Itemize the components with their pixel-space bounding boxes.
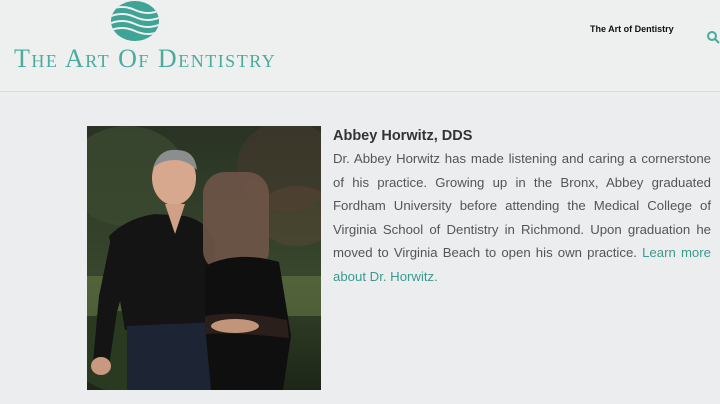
doctor-photo: [87, 126, 321, 390]
logo-link[interactable]: The Art Of Dentistry: [14, 0, 277, 80]
wave-logo-icon: [111, 1, 159, 41]
bio-paragraph: Dr. Abbey Horwitz has made listening and…: [333, 147, 711, 289]
doctor-name: Abbey Horwitz, DDS: [333, 128, 473, 144]
logo-text: The Art Of Dentistry: [14, 44, 277, 73]
site-header: The Art Of Dentistry The Art of Dentistr…: [0, 0, 720, 92]
nav-item-the-art-of-dentistry[interactable]: The Art of Dentistry: [590, 24, 674, 34]
doctor-bio: Abbey Horwitz, DDS Dr. Abbey Horwitz has…: [333, 128, 711, 289]
search-icon[interactable]: [706, 30, 720, 44]
bio-text: Dr. Abbey Horwitz has made listening and…: [333, 151, 711, 261]
